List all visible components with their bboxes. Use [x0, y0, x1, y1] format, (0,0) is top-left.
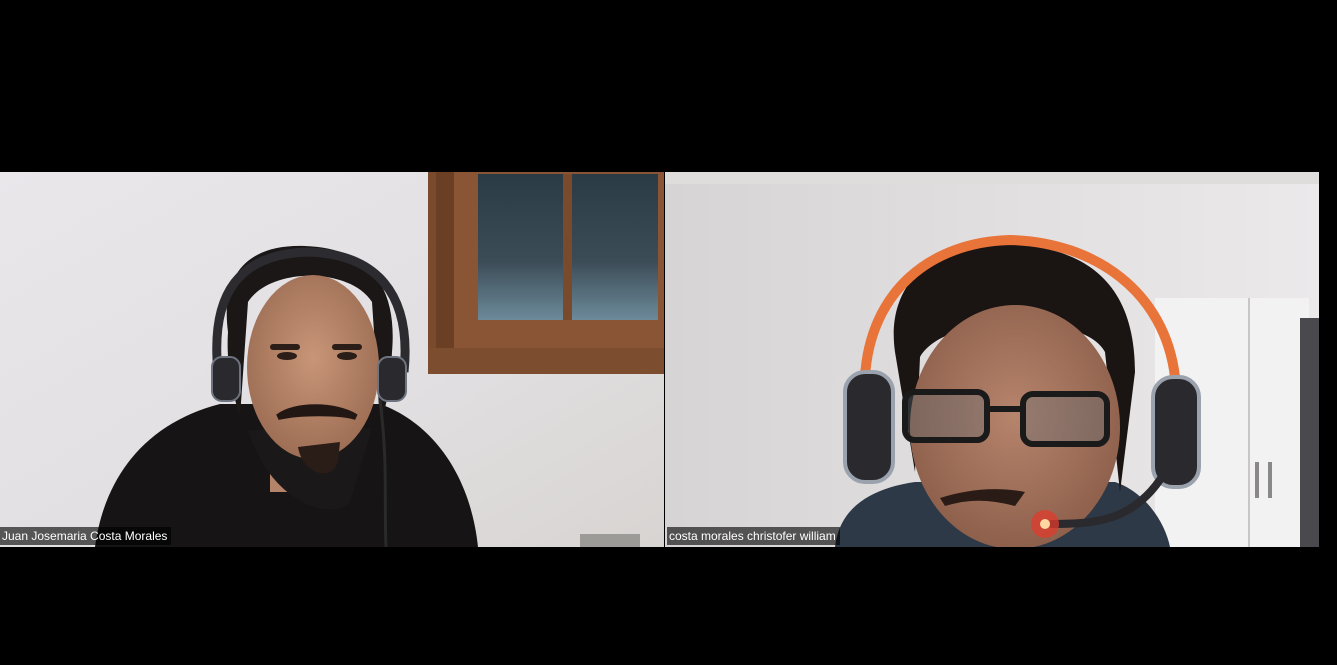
- participant-video-feed: [665, 172, 1319, 547]
- participant-name-label: costa morales christofer william: [667, 527, 840, 545]
- participant-video-tile[interactable]: Juan Josemaria Costa Morales: [0, 172, 664, 547]
- participant-video-feed: [0, 172, 664, 547]
- participant-name-label: Juan Josemaria Costa Morales: [0, 527, 172, 545]
- video-call-stage: Juan Josemaria Costa Morales costa moral…: [0, 0, 1337, 665]
- participant-video-tile[interactable]: costa morales christofer william: [665, 172, 1319, 547]
